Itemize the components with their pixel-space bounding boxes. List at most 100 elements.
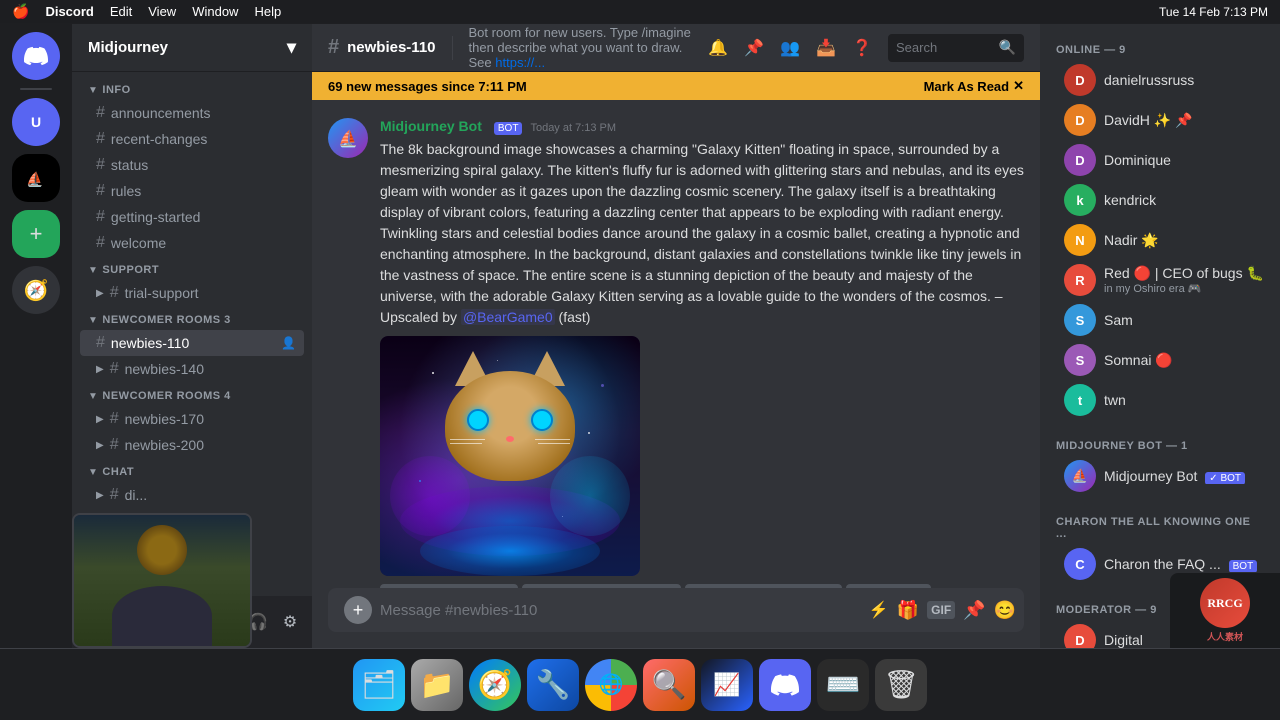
description-link[interactable]: https://...: [495, 55, 545, 70]
mark-read-button[interactable]: Mark As Read ✕: [924, 78, 1024, 94]
hash-icon: #: [110, 410, 119, 428]
hash-icon: #: [110, 284, 119, 302]
settings-button[interactable]: ⚙: [276, 608, 304, 636]
member-name: Red 🔴 | CEO of bugs 🐛: [1104, 265, 1264, 282]
launchpad-icon: 📁: [420, 668, 455, 701]
help-menu[interactable]: Help: [254, 4, 281, 19]
server-icon-midjourney[interactable]: ⛵: [12, 154, 60, 202]
dock-arc[interactable]: 🔍: [643, 659, 695, 711]
apple-menu[interactable]: 🍎: [12, 3, 29, 20]
member-somnai[interactable]: S Somnai 🔴: [1048, 340, 1272, 380]
channel-item-newbies-140[interactable]: ▶ # newbies-140: [80, 356, 304, 382]
charon-category-header: CHARON THE ALL KNOWING ONE ...: [1040, 512, 1280, 544]
search-input[interactable]: [896, 40, 995, 55]
mac-menubar: 🍎 Discord Edit View Window Help Tue 14 F…: [0, 0, 1280, 24]
member-avatar: R: [1064, 264, 1096, 296]
message-text: The 8k background image showcases a char…: [380, 139, 1024, 328]
watermark: RRCG 人人素材: [1170, 573, 1280, 648]
notification-bar: 69 new messages since 7:11 PM Mark As Re…: [312, 72, 1040, 100]
channel-description: Bot room for new users. Type /imagine th…: [469, 25, 701, 70]
add-file-button[interactable]: +: [344, 596, 372, 624]
server-header[interactable]: Midjourney ▾: [72, 24, 312, 72]
channel-item-newbies-110[interactable]: # newbies-110 👤: [80, 330, 304, 356]
member-danielrussruss[interactable]: D danielrussruss: [1048, 60, 1272, 100]
hash-icon: #: [96, 156, 105, 174]
channel-label: di...: [125, 487, 148, 503]
hash-icon: #: [110, 360, 119, 378]
member-info: danielrussruss: [1104, 72, 1264, 88]
member-twn[interactable]: t twn: [1048, 380, 1272, 420]
main-chat: # newbies-110 Bot room for new users. Ty…: [312, 24, 1040, 648]
chat-input-area: + ⚡ 🎁 GIF 📌 😊: [312, 588, 1040, 648]
dock-discord-app[interactable]: [759, 659, 811, 711]
member-dominique[interactable]: D Dominique: [1048, 140, 1272, 180]
server-icon-user[interactable]: U: [12, 98, 60, 146]
svg-text:⛵: ⛵: [26, 171, 43, 188]
channel-item-rules[interactable]: # rules: [80, 178, 304, 204]
member-avatar: D: [1064, 144, 1096, 176]
sticker-icon[interactable]: 📌: [963, 600, 985, 621]
server-icon-discover[interactable]: 🧭: [12, 266, 60, 314]
member-sam[interactable]: S Sam: [1048, 300, 1272, 340]
category-header-info[interactable]: ▼ INFO: [72, 80, 312, 100]
galaxy-kitten-bg: [380, 336, 640, 576]
help-header-icon[interactable]: ❓: [852, 38, 872, 58]
category-header-newcomer4[interactable]: ▼ NEWCOMER ROOMS 4: [72, 386, 312, 406]
dock-keyboard[interactable]: ⌨️: [817, 659, 869, 711]
gift-icon[interactable]: 🎁: [897, 600, 919, 621]
chevron-icon: ▼: [88, 265, 98, 276]
gif-icon[interactable]: GIF: [927, 601, 955, 619]
channel-item-trial-support[interactable]: ▶ # trial-support: [80, 280, 304, 306]
dock-chrome[interactable]: 🌐: [585, 659, 637, 711]
dock-safari[interactable]: 🧭: [469, 659, 521, 711]
channel-label: recent-changes: [111, 131, 208, 147]
message-input[interactable]: [380, 602, 861, 619]
member-info: Nadir 🌟: [1104, 232, 1264, 249]
category-header-chat[interactable]: ▼ CHAT: [72, 462, 312, 482]
channel-item-status[interactable]: # status: [80, 152, 304, 178]
channel-item-newbies-200[interactable]: ▶ # newbies-200: [80, 432, 304, 458]
header-icons: 🔔 📌 👥 📥 ❓ 🔍: [708, 34, 1024, 62]
members-icon[interactable]: 👥: [780, 38, 800, 58]
mention-beargame[interactable]: @BearGame0: [461, 309, 555, 325]
dock-trash[interactable]: 🗑: [875, 659, 927, 711]
window-menu[interactable]: Window: [192, 4, 238, 19]
category-newcomer-3: ▼ NEWCOMER ROOMS 3 # newbies-110 👤 ▶ # n…: [72, 310, 312, 382]
channel-label: getting-started: [111, 209, 201, 225]
dock-sourcetree[interactable]: 🔧: [527, 659, 579, 711]
server-icon-discord[interactable]: [12, 32, 60, 80]
emoji-icon[interactable]: 😊: [994, 600, 1016, 621]
channel-item-announcements[interactable]: # announcements: [80, 100, 304, 126]
search-bar[interactable]: 🔍: [888, 34, 1024, 62]
category-header-support[interactable]: ▼ SUPPORT: [72, 260, 312, 280]
channel-item-di[interactable]: ▶ # di...: [80, 482, 304, 508]
server-icon-add[interactable]: +: [12, 210, 60, 258]
chevron-icon: ▼: [88, 467, 98, 478]
member-midjourney-bot[interactable]: ⛵ Midjourney Bot ✓ BOT: [1048, 456, 1272, 496]
message-timestamp: Today at 7:13 PM: [530, 122, 616, 134]
dock-tradingview[interactable]: 📈: [701, 659, 753, 711]
channel-label: status: [111, 157, 148, 173]
expand-icon: ▶: [96, 288, 104, 299]
member-red[interactable]: R Red 🔴 | CEO of bugs 🐛 in my Oshiro era…: [1048, 260, 1272, 300]
channel-item-newbies-170[interactable]: ▶ # newbies-170: [80, 406, 304, 432]
hash-icon: #: [96, 130, 105, 148]
member-kendrick[interactable]: k kendrick: [1048, 180, 1272, 220]
inbox-icon[interactable]: 📥: [816, 38, 836, 58]
pin-header-icon[interactable]: 📌: [744, 38, 764, 58]
mac-status-bar: Tue 14 Feb 7:13 PM: [1159, 5, 1268, 19]
channel-item-recent-changes[interactable]: # recent-changes: [80, 126, 304, 152]
member-davidh[interactable]: D DavidH ✨ 📌: [1048, 100, 1272, 140]
channel-item-welcome[interactable]: # welcome: [80, 230, 304, 256]
category-header-newcomer3[interactable]: ▼ NEWCOMER ROOMS 3: [72, 310, 312, 330]
dock-finder[interactable]: 🗂: [353, 659, 405, 711]
view-menu[interactable]: View: [148, 4, 176, 19]
app-menu[interactable]: Discord: [45, 4, 93, 19]
dock-launchpad[interactable]: 📁: [411, 659, 463, 711]
edit-menu[interactable]: Edit: [110, 4, 132, 19]
member-nadir[interactable]: N Nadir 🌟: [1048, 220, 1272, 260]
hash-icon: #: [96, 104, 105, 122]
channel-item-getting-started[interactable]: # getting-started: [80, 204, 304, 230]
channel-label: newbies-110: [111, 335, 189, 351]
member-name: Somnai 🔴: [1104, 352, 1264, 369]
